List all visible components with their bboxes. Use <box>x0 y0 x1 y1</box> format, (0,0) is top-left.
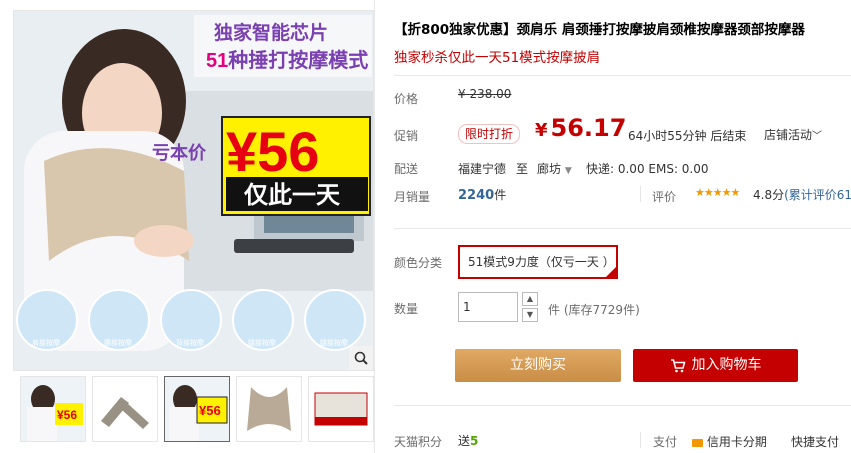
rating-score: 4.8分 <box>753 188 785 202</box>
rating-summary: 4.8分(累计评价61 <box>753 186 851 203</box>
thumbnail-strip: ¥56 ¥56 <box>20 376 374 442</box>
buy-now-button[interactable]: 立刻购买 <box>455 349 621 382</box>
svg-text:¥56: ¥56 <box>57 408 77 422</box>
cart-icon <box>670 358 685 372</box>
monthly-sales: 2240件 <box>458 186 506 203</box>
thumbnail-3[interactable]: ¥56 <box>164 376 230 442</box>
stock-count: (库存7729件) <box>563 303 640 317</box>
points-prefix: 送 <box>458 434 471 448</box>
price-tag-note: 仅此一天 <box>244 182 340 209</box>
quantity-increase-button[interactable]: ▲ <box>522 292 538 306</box>
quantity-decrease-button[interactable]: ▼ <box>522 308 538 322</box>
color-option-text: 51模式9力度（仅亏一天 ） <box>468 255 615 269</box>
rating-label: 评价 <box>652 190 677 204</box>
title-divider <box>394 75 851 76</box>
thumbnail-1[interactable]: ¥56 <box>20 376 86 442</box>
quick-pay-link[interactable]: 快捷支付 <box>791 433 839 450</box>
quantity-label: 数量 <box>394 302 419 316</box>
delivery-from: 福建宁德 <box>458 162 507 176</box>
info-divider <box>394 228 851 229</box>
delivery-destination-select[interactable]: 廊坊 ▼ <box>537 160 572 177</box>
price-tag-value: ¥56 <box>226 120 319 183</box>
magnifier-icon <box>354 351 368 365</box>
banner-line2-num: 51 <box>206 50 228 72</box>
color-label: 颜色分类 <box>394 256 443 270</box>
selected-corner-icon <box>606 267 616 277</box>
points-value: 5 <box>470 434 479 448</box>
credit-installment-link[interactable]: 信用卡分期 <box>692 433 767 450</box>
product-photo: 独家智能芯片 51种捶打按摩模式 ¥56 仅此一天 亏本价 肩部按摩 腰部按摩 … <box>14 11 373 370</box>
promo-price: ¥56.17 <box>535 114 626 142</box>
reviews-link[interactable]: (累计评价61 <box>784 188 851 202</box>
column-divider <box>374 0 375 453</box>
store-activity-dropdown[interactable]: 店铺活动﹀ <box>764 126 822 143</box>
product-title: 【折800独家优惠】颈肩乐 肩颈捶打按摩披肩颈椎按摩器颈部按摩器 <box>394 22 805 38</box>
svg-text:51种捶打按摩模式: 51种捶打按摩模式 <box>206 48 368 72</box>
delivery-to: 廊坊 <box>537 162 562 176</box>
points-label: 天猫积分 <box>394 435 443 449</box>
price-label: 价格 <box>394 92 419 106</box>
delivery-label: 配送 <box>394 162 419 176</box>
monthly-sales-unit: 件 <box>494 188 507 202</box>
main-product-image[interactable]: 独家智能芯片 51种捶打按摩模式 ¥56 仅此一天 亏本价 肩部按摩 腰部按摩 … <box>13 10 374 371</box>
currency-symbol: ¥ <box>535 120 548 141</box>
footer-divider <box>640 432 641 448</box>
banner-line2-rest: 种捶打按摩模式 <box>227 48 368 72</box>
store-activity-label: 店铺活动 <box>764 128 813 142</box>
zoom-button[interactable] <box>349 346 373 370</box>
credit-installment-text: 信用卡分期 <box>706 435 767 449</box>
rating-stars: ★★★★★ <box>695 186 740 199</box>
chevron-down-icon: ﹀ <box>812 131 823 142</box>
credit-card-icon <box>692 438 703 447</box>
actions-divider <box>394 405 851 406</box>
thumbnail-4[interactable] <box>236 376 302 442</box>
thumbnail-2[interactable] <box>92 376 158 442</box>
promo-label: 促销 <box>394 129 419 143</box>
add-to-cart-label: 加入购物车 <box>691 357 762 373</box>
banner-line1: 独家智能芯片 <box>214 21 328 44</box>
shipping-cost: 快递: 0.00 EMS: 0.00 <box>586 162 709 176</box>
sales-divider <box>640 186 641 202</box>
feature-label-4: 腿部按摩 <box>320 338 348 347</box>
add-to-cart-button[interactable]: 加入购物车 <box>633 349 798 382</box>
caret-down-icon: ▼ <box>564 166 572 176</box>
delivery-to-word: 至 <box>516 162 529 176</box>
quantity-input[interactable] <box>458 292 518 322</box>
quantity-unit: 件 <box>548 303 561 317</box>
monthly-sales-label: 月销量 <box>394 190 431 204</box>
points-info: 送5 <box>458 432 478 449</box>
payment-label: 支付 <box>653 435 678 449</box>
feature-label-0: 肩部按摩 <box>32 338 60 347</box>
stock-info: 件 (库存7729件) <box>548 301 640 318</box>
feature-label-2: 背部按摩 <box>176 338 204 347</box>
promo-badge: 限时打折 <box>458 124 521 144</box>
price-tag-prefix: 亏本价 <box>152 142 207 163</box>
product-subtitle: 独家秒杀仅此一天51模式按摩披肩 <box>394 50 601 66</box>
monthly-sales-count: 2240 <box>458 188 495 203</box>
svg-text:¥56: ¥56 <box>199 403 221 418</box>
feature-label-1: 腰部按摩 <box>104 338 132 347</box>
feature-label-3: 腿部按摩 <box>248 338 276 347</box>
original-price: ¥ 238.00 <box>458 87 512 101</box>
color-option-selected[interactable]: 51模式9力度（仅亏一天 ） <box>458 245 618 279</box>
countdown: 64小时55分钟 后结束 <box>628 129 747 143</box>
thumbnail-5[interactable] <box>308 376 374 442</box>
promo-price-value: 56.17 <box>550 114 627 142</box>
